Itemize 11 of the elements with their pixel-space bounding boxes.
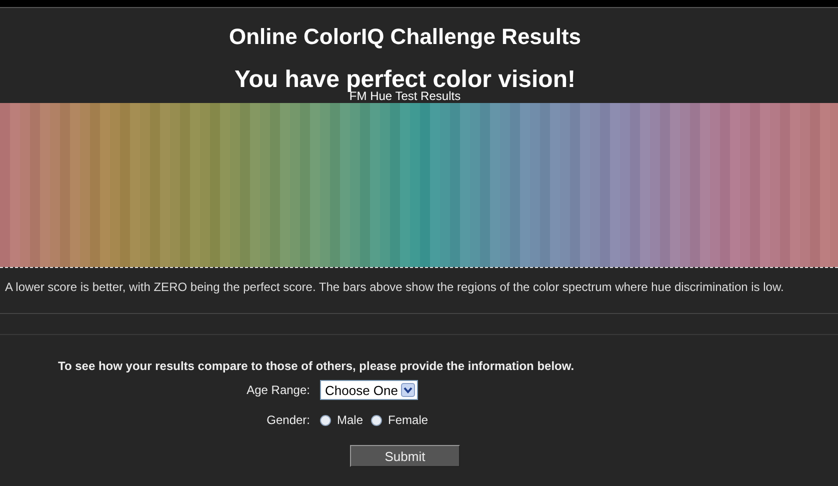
radio-label: Female [388,413,428,427]
gender-label: Gender: [266,412,310,427]
age-range-dropdown[interactable]: Choose One [320,380,418,400]
radio-label: Male [337,413,364,427]
age-range-label: Age Range: [246,382,310,399]
page-title: Online ColorIQ Challenge Results [228,23,582,50]
form-intro: To see how your results compare to those of others, please provide the information below. [58,359,576,373]
radio-button[interactable] [371,414,382,426]
submit-button[interactable]: Submit [350,445,460,467]
radio-button[interactable] [320,414,331,426]
score-note: A lower score is better, with ZERO being the perfect score. The bars above show the regions of the color spectrum where hue discrimination is low. [5,280,785,294]
